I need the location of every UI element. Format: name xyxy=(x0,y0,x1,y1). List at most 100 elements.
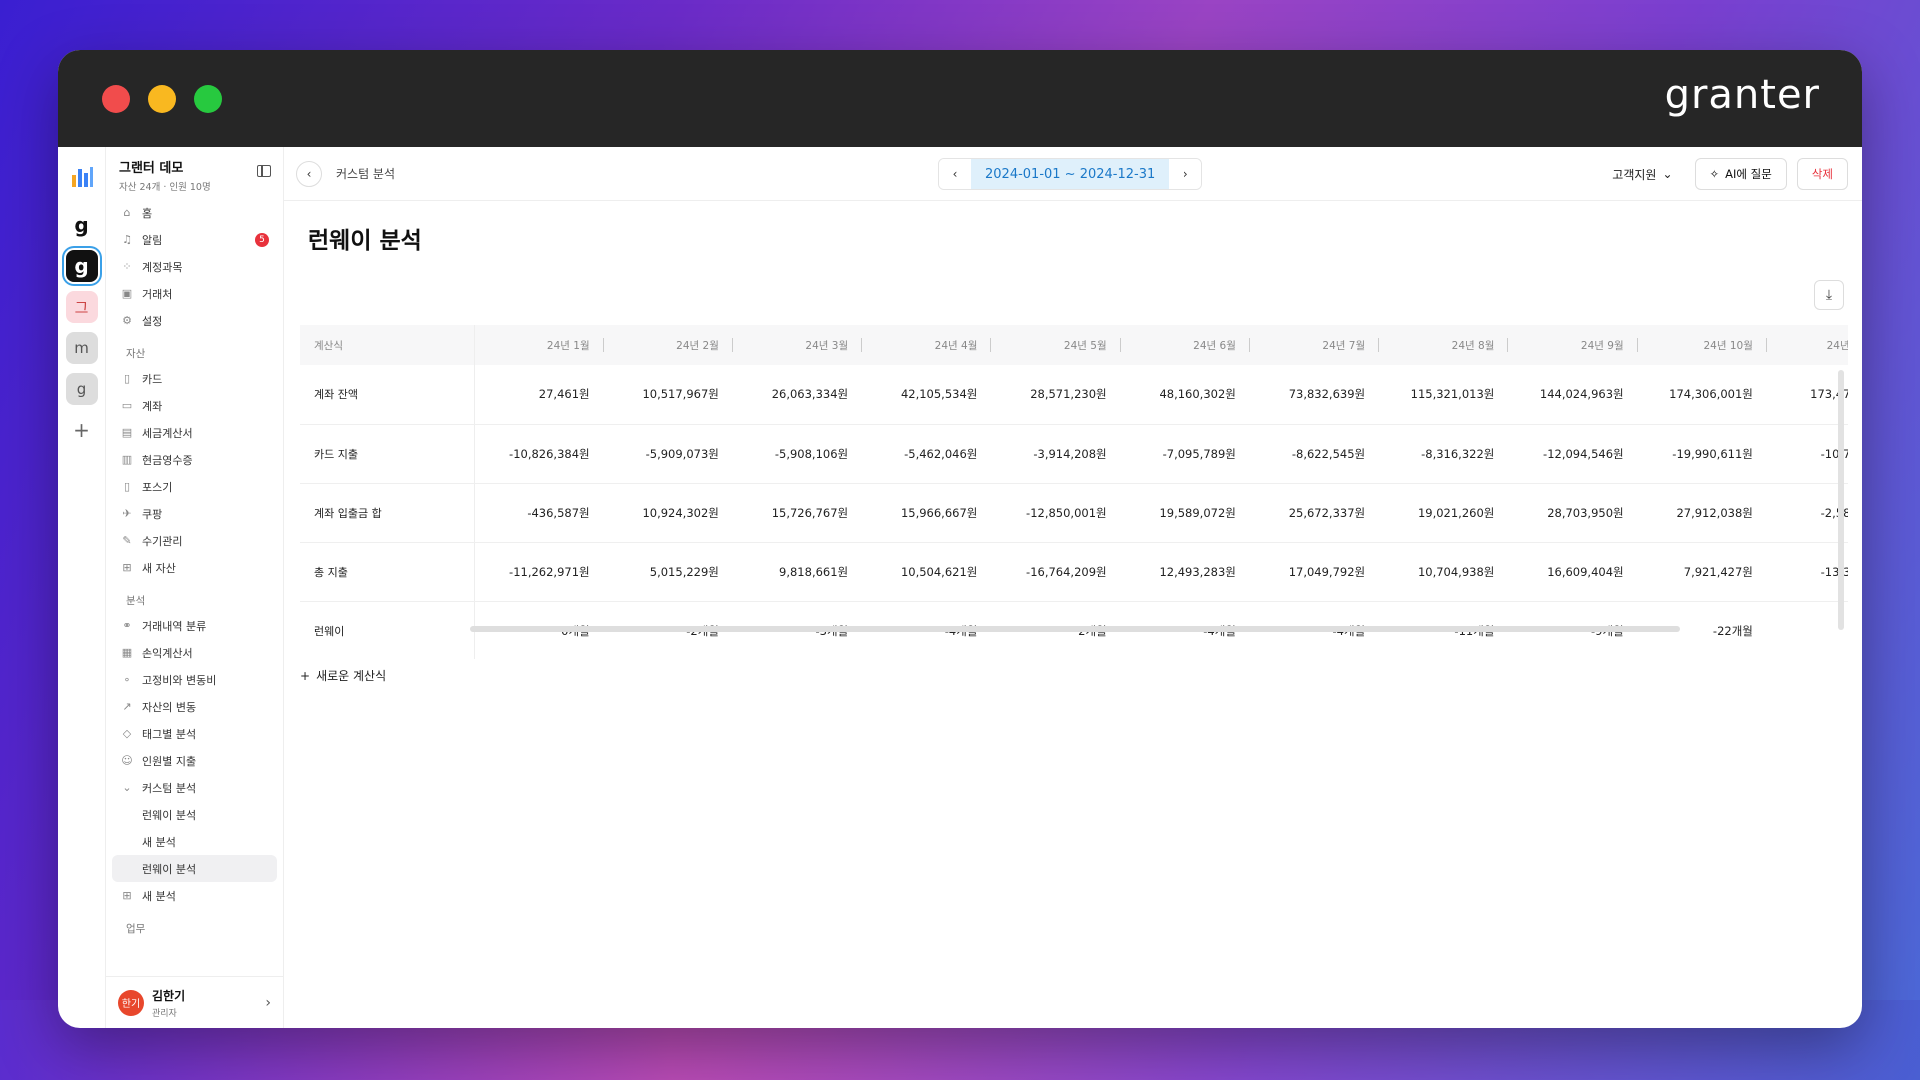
sidebar-item-runway-1[interactable]: 런웨이 분석 xyxy=(112,801,277,828)
section-label-assets: 자산 xyxy=(126,348,146,360)
sidebar-item-label: 커스텀 분석 xyxy=(142,781,197,795)
sidebar-item-label: 수기관리 xyxy=(142,534,183,548)
download-button[interactable]: ⤓ xyxy=(1814,280,1844,310)
sidebar-item-alerts[interactable]: ♫ 알림 5 xyxy=(112,226,277,253)
workspace-geu[interactable]: 그 xyxy=(65,291,98,323)
sidebar-item-person-spend[interactable]: ☺ 인원별 지출 xyxy=(112,747,277,774)
sidebar-item-home[interactable]: ⌂ 홈 xyxy=(112,199,277,226)
sidebar-item-asset-change[interactable]: ↗ 자산의 변동 xyxy=(112,693,277,720)
close-window-button[interactable] xyxy=(102,85,130,113)
add-workspace-button[interactable]: + xyxy=(66,414,98,446)
sidebar-item-card[interactable]: ▯ 카드 xyxy=(112,365,277,392)
chevron-right-icon: › xyxy=(265,994,271,1011)
sidebar-item-income-statement[interactable]: ▦ 손익계산서 xyxy=(112,639,277,666)
delete-button[interactable]: 삭제 xyxy=(1796,158,1848,190)
column-header[interactable]: 24년 7월 xyxy=(1249,325,1380,365)
table-cell: 144,024,963원 xyxy=(1508,365,1638,425)
sidebar-item-coupang[interactable]: ✈ 쿠팡 xyxy=(112,500,277,527)
sidebar-item-bank-account[interactable]: ▭ 계좌 xyxy=(112,392,277,419)
column-header[interactable]: 24년 5월 xyxy=(991,325,1121,365)
sidebar-item-settings[interactable]: ⚙ 설정 xyxy=(112,307,277,334)
table-cell: 7,921,427원 xyxy=(1637,542,1767,602)
sidebar: 그랜터 데모 자산 24개 · 인원 10명 ⌂ 홈 ♫ 알림 5 ⁘ 계정과목 ▣ 거래… xyxy=(106,147,284,1028)
sidebar-item-label: 런웨이 분석 xyxy=(142,862,197,876)
column-header[interactable]: 24년 9월 xyxy=(1508,325,1638,365)
sidebar-item-classify[interactable]: ⚭ 거래내역 분류 xyxy=(112,612,277,639)
sidebar-item-label: 홈 xyxy=(142,206,153,220)
sidebar-item-vendors[interactable]: ▣ 거래처 xyxy=(112,280,277,307)
org-header[interactable]: 그랜터 데모 자산 24개 · 인원 10명 xyxy=(106,147,283,199)
table-cell: 173,479,60 xyxy=(1766,365,1848,425)
chart-logo-icon[interactable] xyxy=(66,161,98,193)
download-icon: ⤓ xyxy=(1825,287,1833,303)
column-header[interactable]: 24년 1월 xyxy=(474,325,604,365)
sidebar-item-cost[interactable]: ∘ 고정비와 변동비 xyxy=(112,666,277,693)
support-dropdown[interactable]: 고객지원 ⌄ xyxy=(1612,166,1672,183)
title-bar: granter xyxy=(58,50,1862,147)
table-cell: 28,571,230원 xyxy=(991,365,1121,425)
plus-icon: + xyxy=(300,668,311,683)
add-formula-button[interactable]: + 새로운 계산식 xyxy=(300,667,386,684)
breadcrumb: 커스텀 분석 xyxy=(336,167,396,181)
column-header[interactable]: 24년 6월 xyxy=(1120,325,1251,365)
sidebar-item-cash-receipt[interactable]: ▥ 현금영수증 xyxy=(112,446,277,473)
sidebar-item-label: 거래처 xyxy=(142,287,173,301)
sidebar-item-custom-analysis[interactable]: ⌄ 커스텀 분석 xyxy=(112,774,277,801)
table-header-row: 계산식 24년 1월 24년 2월 24년 3월 24년 4월 24년 5월 2… xyxy=(300,325,1848,365)
sidebar-item-tax-invoice[interactable]: ▤ 세금계산서 xyxy=(112,419,277,446)
table-row[interactable]: 계좌 잔액 27,461원 10,517,967원 26,063,334원 42,105… xyxy=(300,365,1848,425)
pencil-icon: ✎ xyxy=(122,534,132,547)
table-row[interactable]: 계좌 입출금 합 -436,587원 10,924,302원 15,726,767원 1… xyxy=(300,483,1848,543)
sidebar-item-runway-selected[interactable]: 런웨이 분석 xyxy=(112,855,277,882)
sidebar-item-accounts[interactable]: ⁘ 계정과목 xyxy=(112,253,277,280)
sidebar-item-new-analysis[interactable]: ⊞ 새 분석 xyxy=(112,882,277,909)
workspace-g[interactable]: g xyxy=(65,209,98,241)
sidebar-item-label: 새 분석 xyxy=(142,889,176,903)
date-range-value[interactable]: 2024-01-01 ~ 2024-12-31 xyxy=(971,159,1170,189)
support-label: 고객지원 xyxy=(1612,167,1657,182)
table-cell: 42,105,534원 xyxy=(862,365,992,425)
table-row[interactable]: 카드 지출 -10,826,384원 -5,909,073원 -5,908,106원 -… xyxy=(300,424,1848,484)
workspace-m[interactable]: m xyxy=(65,332,98,364)
sidebar-item-new-analysis-sub[interactable]: 새 분석 xyxy=(112,828,277,855)
column-header[interactable]: 24년 4월 xyxy=(862,325,992,365)
next-period-button[interactable]: › xyxy=(1169,159,1202,189)
minimize-window-button[interactable] xyxy=(148,85,176,113)
table-cell: 10,517,967원 xyxy=(603,365,733,425)
column-header[interactable]: 24년 11월 xyxy=(1766,325,1848,365)
sidebar-item-tag-analysis[interactable]: ◇ 태그별 분석 xyxy=(112,720,277,747)
workspace-g-gray[interactable]: g xyxy=(65,373,98,405)
table-cell: 48,160,302원 xyxy=(1120,365,1250,425)
tag-icon: ◇ xyxy=(122,727,132,740)
prev-period-button[interactable]: ‹ xyxy=(939,159,971,189)
workspace-g-active[interactable]: g xyxy=(65,250,98,282)
maximize-window-button[interactable] xyxy=(194,85,222,113)
chevron-down-icon: ⌄ xyxy=(122,781,132,794)
column-header[interactable]: 24년 8월 xyxy=(1379,325,1509,365)
window-controls xyxy=(102,85,222,113)
sidebar-collapse-icon[interactable] xyxy=(257,165,271,177)
sidebar-item-label: 거래내역 분류 xyxy=(142,619,207,633)
sidebar-item-new-asset[interactable]: ⊞ 새 자산 xyxy=(112,554,277,581)
table-cell: 9,818,661원 xyxy=(732,542,863,602)
column-header[interactable]: 24년 2월 xyxy=(603,325,734,365)
column-header[interactable]: 24년 3월 xyxy=(732,325,863,365)
table-cell: -12,094,546원 xyxy=(1508,424,1638,484)
sidebar-item-manual[interactable]: ✎ 수기관리 xyxy=(112,527,277,554)
sidebar-item-label: 새 자산 xyxy=(142,561,176,575)
vendor-icon: ▣ xyxy=(121,287,133,300)
user-profile[interactable]: 한기 김한기 관리자 › xyxy=(106,976,283,1028)
user-role: 관리자 xyxy=(152,1008,177,1019)
table-cell: -3,914,208원 xyxy=(991,424,1121,484)
table-cell: -8,316,322원 xyxy=(1379,424,1509,484)
table-row[interactable]: 총 지출 -11,262,971원 5,015,229원 9,818,661원 10,5… xyxy=(300,542,1848,602)
ask-ai-button[interactable]: ✧ AI에 질문 xyxy=(1694,158,1787,190)
vertical-scrollbar[interactable] xyxy=(1838,370,1844,630)
row-label: 계좌 입출금 합 xyxy=(300,483,475,543)
sidebar-item-label: 자산의 변동 xyxy=(142,700,197,714)
sidebar-item-pos[interactable]: ▯ 포스기 xyxy=(112,473,277,500)
table-cell: 27,912,038원 xyxy=(1637,483,1767,543)
horizontal-scrollbar[interactable] xyxy=(470,626,1680,632)
column-header[interactable]: 24년 10월 xyxy=(1637,325,1768,365)
back-button[interactable]: ‹ xyxy=(296,160,322,187)
